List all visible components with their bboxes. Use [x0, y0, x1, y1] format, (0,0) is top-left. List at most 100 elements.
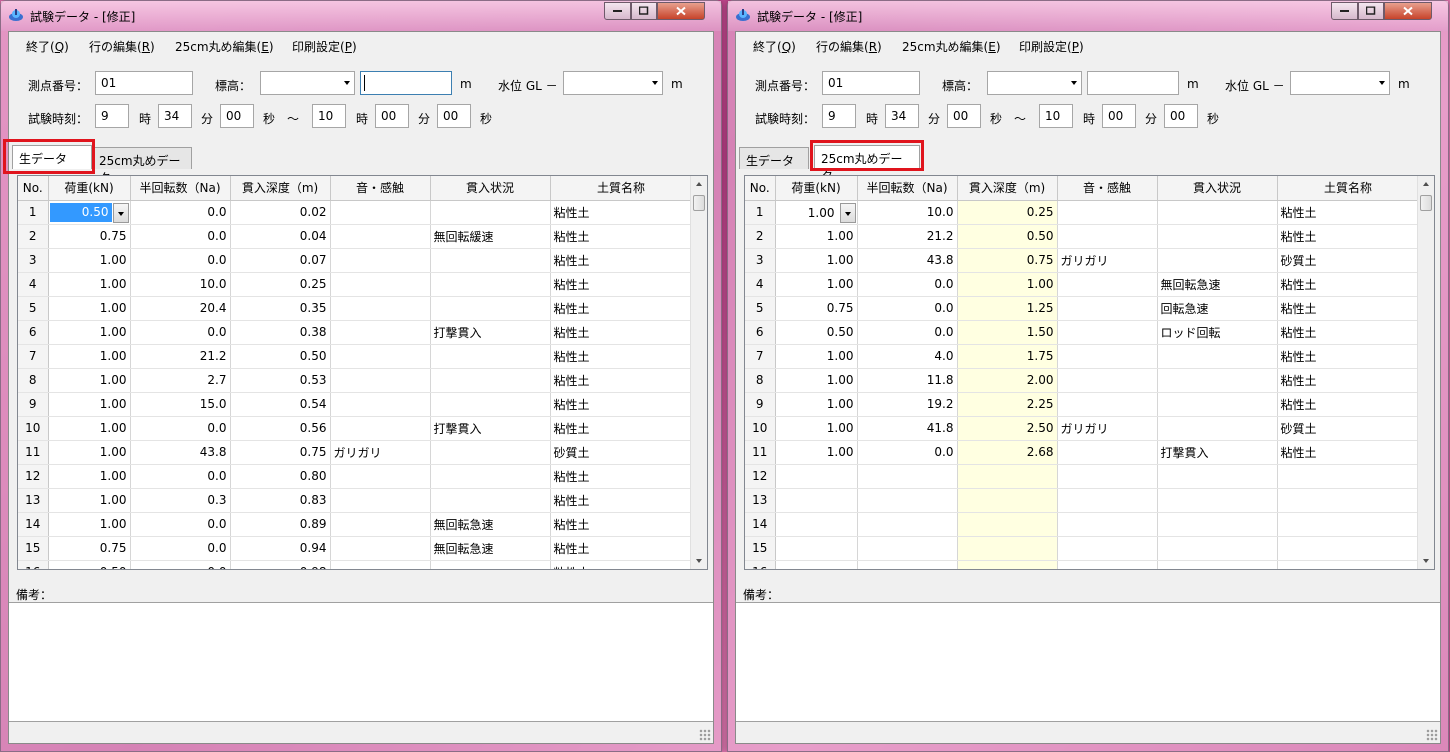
sound-cell[interactable] — [1057, 368, 1158, 393]
tab-25cm-data[interactable]: 25cm丸めデータ — [92, 147, 192, 185]
half-turns-cell[interactable]: 0.0 — [130, 512, 231, 537]
maximize-button[interactable] — [631, 2, 657, 20]
load-cell[interactable]: 1.00 — [48, 392, 131, 417]
depth-cell[interactable]: 1.00 — [957, 272, 1058, 297]
half-turns-cell[interactable]: 43.8 — [130, 440, 231, 465]
point-number-input[interactable]: 01 — [822, 71, 920, 95]
penetration-cell[interactable] — [430, 272, 551, 297]
depth-cell[interactable]: 1.50 — [957, 320, 1058, 345]
soil-cell[interactable]: 粘性土 — [1277, 200, 1420, 225]
penetration-cell[interactable] — [430, 296, 551, 321]
sound-cell[interactable] — [1057, 224, 1158, 249]
soil-cell[interactable]: 粘性土 — [550, 512, 693, 537]
half-turns-cell[interactable] — [857, 512, 958, 537]
col-header-half-turns[interactable]: 半回転数（Na) — [857, 176, 958, 201]
sound-cell[interactable] — [1057, 320, 1158, 345]
tab-raw-data[interactable]: 生データ — [739, 147, 809, 169]
sound-cell[interactable] — [330, 560, 431, 569]
soil-cell[interactable]: 粘性土 — [1277, 368, 1420, 393]
table-row[interactable]: 5 1.00 20.4 0.35 粘性土 — [18, 296, 693, 321]
menu-print-settings[interactable]: 印刷設定(P) — [1019, 38, 1084, 55]
sound-cell[interactable] — [330, 296, 431, 321]
table-row[interactable]: 9 1.00 19.2 2.25 粘性土 — [745, 392, 1420, 417]
sound-cell[interactable] — [330, 392, 431, 417]
depth-cell[interactable]: 0.83 — [230, 488, 331, 513]
menu-25cm-edit[interactable]: 25cm丸め編集(E) — [902, 38, 1001, 55]
elevation-combo[interactable] — [260, 71, 355, 95]
table-row[interactable]: 10 1.00 41.8 2.50 ガリガリ 砂質土 — [745, 416, 1420, 441]
sound-cell[interactable] — [1057, 272, 1158, 297]
penetration-cell[interactable] — [1157, 560, 1278, 569]
menu-row-edit[interactable]: 行の編集(R) — [89, 38, 155, 55]
table-row[interactable]: 2 0.75 0.0 0.04 無回転緩速 粘性土 — [18, 224, 693, 249]
depth-cell[interactable]: 0.56 — [230, 416, 331, 441]
penetration-cell[interactable] — [1157, 536, 1278, 561]
soil-cell[interactable]: 粘性土 — [550, 536, 693, 561]
table-row[interactable]: 13 1.00 0.3 0.83 粘性土 — [18, 488, 693, 513]
remarks-textarea[interactable] — [736, 602, 1440, 722]
load-cell[interactable]: 1.00 — [48, 320, 131, 345]
penetration-cell[interactable]: 無回転急速 — [430, 536, 551, 561]
sound-cell[interactable] — [1057, 536, 1158, 561]
soil-cell[interactable]: 粘性土 — [550, 344, 693, 369]
table-row[interactable]: 5 0.75 0.0 1.25 回転急速 粘性土 — [745, 296, 1420, 321]
load-cell[interactable]: 0.50 — [775, 320, 858, 345]
depth-cell[interactable]: 2.50 — [957, 416, 1058, 441]
table-row[interactable]: 11 1.00 0.0 2.68 打撃貫入 粘性土 — [745, 440, 1420, 465]
table-row[interactable]: 13 — [745, 488, 1420, 513]
soil-cell[interactable]: 粘性土 — [1277, 272, 1420, 297]
scroll-up-icon[interactable] — [696, 182, 702, 186]
half-turns-cell[interactable]: 19.2 — [857, 392, 958, 417]
half-turns-cell[interactable] — [857, 536, 958, 561]
sound-cell[interactable] — [1057, 512, 1158, 537]
half-turns-cell[interactable]: 10.0 — [130, 272, 231, 297]
title-bar[interactable]: 試験データ - [修正] — [728, 1, 1448, 31]
penetration-cell[interactable] — [430, 248, 551, 273]
table-row[interactable]: 160.500.00.98 粘性土 — [18, 560, 693, 569]
table-row[interactable]: 6 1.00 0.0 0.38 打撃貫入 粘性土 — [18, 320, 693, 345]
half-turns-cell[interactable]: 0.0 — [857, 320, 958, 345]
col-header-load[interactable]: 荷重(kN) — [775, 176, 858, 201]
penetration-cell[interactable] — [430, 488, 551, 513]
depth-cell[interactable]: 2.00 — [957, 368, 1058, 393]
sound-cell[interactable]: ガリガリ — [330, 440, 431, 465]
load-cell[interactable]: 1.00 — [48, 368, 131, 393]
end-second-input[interactable]: 00 — [437, 104, 471, 128]
half-turns-cell[interactable]: 41.8 — [857, 416, 958, 441]
depth-cell[interactable]: 2.68 — [957, 440, 1058, 465]
load-cell[interactable] — [775, 488, 858, 513]
half-turns-cell[interactable]: 0.0 — [130, 464, 231, 489]
load-cell[interactable]: 0.75 — [48, 536, 131, 561]
load-cell[interactable]: 1.00 — [48, 248, 131, 273]
col-header-sound[interactable]: 音・感触 — [1057, 176, 1158, 201]
half-turns-cell[interactable]: 15.0 — [130, 392, 231, 417]
load-cell[interactable]: 1.00 — [775, 272, 858, 297]
half-turns-cell[interactable] — [857, 488, 958, 513]
penetration-cell[interactable]: 打撃貫入 — [430, 416, 551, 441]
depth-cell[interactable] — [957, 488, 1058, 513]
depth-cell[interactable]: 0.75 — [230, 440, 331, 465]
remarks-textarea[interactable] — [9, 602, 713, 722]
depth-cell[interactable]: 0.54 — [230, 392, 331, 417]
half-turns-cell[interactable]: 0.3 — [130, 488, 231, 513]
depth-cell[interactable]: 0.35 — [230, 296, 331, 321]
penetration-cell[interactable]: 無回転急速 — [1157, 272, 1278, 297]
depth-cell[interactable]: 0.50 — [957, 224, 1058, 249]
load-cell[interactable]: 1.00 — [48, 416, 131, 441]
sound-cell[interactable] — [1057, 296, 1158, 321]
minimize-button[interactable] — [1331, 2, 1358, 20]
close-button[interactable] — [1384, 2, 1432, 20]
soil-cell[interactable]: 粘性土 — [1277, 320, 1420, 345]
soil-cell[interactable]: 粘性土 — [550, 272, 693, 297]
menu-25cm-edit[interactable]: 25cm丸め編集(E) — [175, 38, 274, 55]
menu-quit[interactable]: 終了(Q) — [26, 38, 69, 55]
table-row[interactable]: 14 1.00 0.0 0.89 無回転急速 粘性土 — [18, 512, 693, 537]
half-turns-cell[interactable]: 0.0 — [130, 416, 231, 441]
depth-cell[interactable]: 0.98 — [230, 560, 331, 569]
sound-cell[interactable] — [1057, 464, 1158, 489]
col-header-half-turns[interactable]: 半回転数（Na) — [130, 176, 231, 201]
elevation-combo[interactable] — [987, 71, 1082, 95]
depth-cell[interactable] — [957, 464, 1058, 489]
end-minute-input[interactable]: 00 — [1102, 104, 1136, 128]
depth-cell[interactable]: 0.07 — [230, 248, 331, 273]
